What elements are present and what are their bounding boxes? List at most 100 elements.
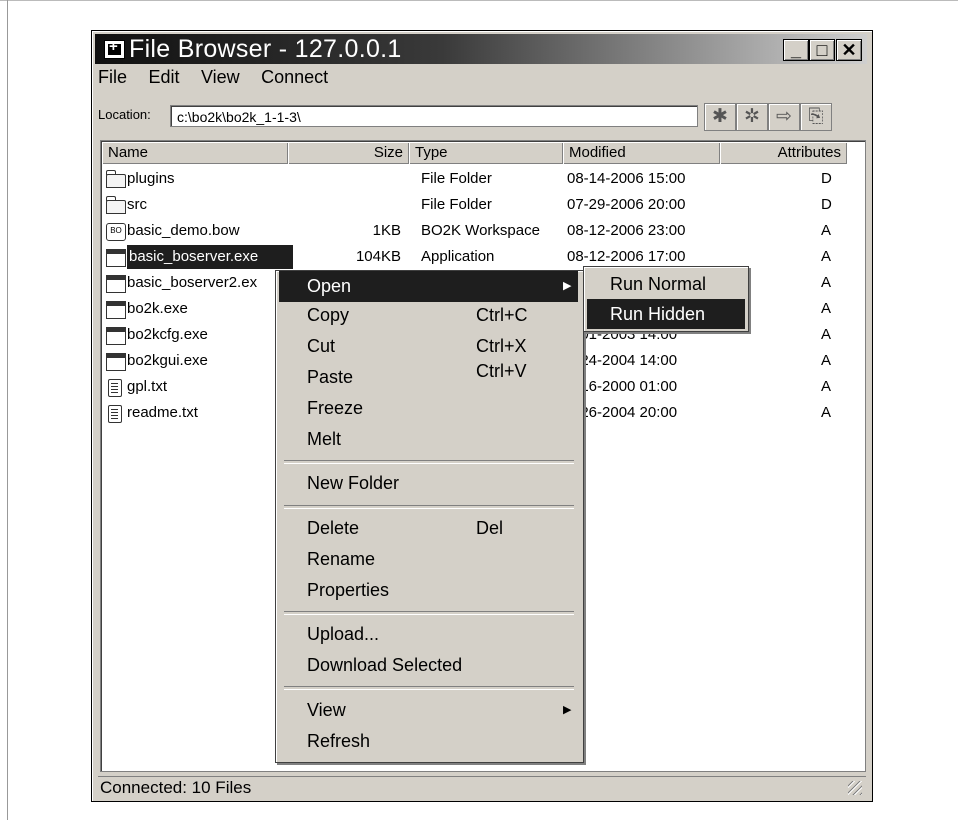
menu-separator <box>284 505 574 509</box>
menu-item-label: Freeze <box>307 398 364 418</box>
column-header-type[interactable]: Type <box>409 142 563 164</box>
menu-edit[interactable]: Edit <box>148 67 179 88</box>
app-icon <box>104 38 125 59</box>
menu-item-label: Melt <box>307 429 342 449</box>
menu-item-new-folder[interactable]: New Folder <box>279 468 578 499</box>
menu-item-download-selected[interactable]: Download Selected <box>279 650 578 681</box>
file-attributes: A <box>821 248 832 265</box>
file-type: BO2K Workspace <box>421 222 540 239</box>
folder-icon <box>106 196 126 214</box>
menu-item-copy[interactable]: Copy Ctrl+C <box>279 300 578 331</box>
file-name: basic_boserver2.ex <box>127 274 258 291</box>
file-name: readme.txt <box>127 404 198 421</box>
window-title: File Browser - 127.0.0.1 <box>129 35 402 63</box>
maximize-button[interactable]: □ <box>809 39 835 61</box>
exe-icon <box>106 249 126 267</box>
menu-file[interactable]: File <box>98 67 127 88</box>
file-attributes: A <box>821 352 832 369</box>
menu-separator <box>284 686 574 690</box>
menu-item-melt[interactable]: Melt <box>279 424 578 455</box>
context-menu: Open ▶ Copy Ctrl+C Cut Ctrl+X Paste Ctrl… <box>275 270 584 763</box>
open-submenu: Run Normal Run Hidden <box>583 266 749 332</box>
menu-item-paste[interactable]: Paste Ctrl+V <box>279 361 578 393</box>
menu-item-shortcut: Del <box>476 518 504 538</box>
file-name: basic_boserver.exe <box>129 248 259 265</box>
file-attributes: D <box>821 196 832 213</box>
arrow-right-icon[interactable]: ⇨ <box>768 103 800 131</box>
menu-view[interactable]: View <box>201 67 240 88</box>
resize-grip-icon[interactable] <box>848 781 862 795</box>
file-row[interactable]: BO basic_demo.bow 1KB BO2K Workspace 08-… <box>101 218 865 244</box>
text-file-icon <box>108 379 122 397</box>
folder-icon <box>106 170 126 188</box>
menu-item-shortcut: Ctrl+C <box>476 305 528 325</box>
page-border-top <box>0 0 958 1</box>
menu-separator <box>284 460 574 464</box>
menu-item-label: Copy <box>307 305 350 325</box>
location-input[interactable]: c:\bo2k\bo2k_1-1-3\ <box>170 105 698 127</box>
file-type: File Folder <box>421 196 492 213</box>
menu-item-label: New Folder <box>307 473 400 493</box>
submenu-arrow-icon: ▶ <box>563 704 572 716</box>
menu-item-delete[interactable]: Delete Del <box>279 513 578 544</box>
file-name: bo2kgui.exe <box>127 352 208 369</box>
page-border-left <box>7 0 8 820</box>
file-attributes: A <box>821 404 832 421</box>
column-header-attributes[interactable]: Attributes <box>720 142 847 164</box>
menu-item-upload[interactable]: Upload... <box>279 619 578 650</box>
folder-up-icon[interactable]: ⎘ <box>800 103 832 131</box>
menu-item-view[interactable]: View ▶ <box>279 695 578 726</box>
menu-item-label: Delete <box>307 518 360 538</box>
selection-highlight: basic_boserver.exe <box>127 245 293 269</box>
menu-item-run-normal[interactable]: Run Normal <box>587 269 745 299</box>
menu-item-rename[interactable]: Rename <box>279 544 578 575</box>
column-header-name[interactable]: Name <box>102 142 288 164</box>
file-row[interactable]: src File Folder 07-29-2006 20:00 D <box>101 192 865 218</box>
file-attributes: A <box>821 326 832 343</box>
location-label: Location: <box>98 107 151 122</box>
menu-item-shortcut: Ctrl+V <box>476 361 527 381</box>
column-header-size[interactable]: Size <box>288 142 409 164</box>
workspace-icon: BO <box>106 223 126 241</box>
file-modified: 07-29-2006 20:00 <box>567 196 686 213</box>
exe-icon <box>106 275 126 293</box>
menu-item-open[interactable]: Open ▶ <box>279 271 578 302</box>
exe-icon <box>106 353 126 371</box>
menu-item-properties[interactable]: Properties <box>279 575 578 606</box>
file-size: 1KB <box>372 222 401 239</box>
menu-item-run-hidden[interactable]: Run Hidden <box>587 299 745 329</box>
menu-item-cut[interactable]: Cut Ctrl+X <box>279 331 578 362</box>
submenu-arrow-icon: ▶ <box>563 280 572 292</box>
file-attributes: A <box>821 222 832 239</box>
menu-item-label: Download Selected <box>307 655 463 675</box>
file-row-selected[interactable]: basic_boserver.exe 104KB Application 08-… <box>101 244 865 270</box>
asterisk-icon[interactable]: ✲ <box>736 103 768 131</box>
menu-item-freeze[interactable]: Freeze <box>279 393 578 424</box>
menu-item-label: Run Normal <box>610 274 707 294</box>
file-name: src <box>127 196 147 213</box>
close-button[interactable]: ✕ <box>836 39 862 61</box>
file-attributes: D <box>821 170 832 187</box>
menu-item-label: Run Hidden <box>610 304 706 324</box>
file-name: plugins <box>127 170 175 187</box>
menu-item-refresh[interactable]: Refresh <box>279 726 578 757</box>
file-name: bo2k.exe <box>127 300 188 317</box>
menu-item-label: Paste <box>307 367 354 387</box>
file-attributes: A <box>821 274 832 291</box>
asterisk-icon[interactable]: ✱ <box>704 103 736 131</box>
status-bar: Connected: 10 Files <box>98 776 866 799</box>
menu-separator <box>284 611 574 615</box>
menu-item-label: View <box>307 700 346 720</box>
menu-item-label: Rename <box>307 549 376 569</box>
menu-item-label: Upload... <box>307 624 380 644</box>
menu-connect[interactable]: Connect <box>261 67 328 88</box>
file-row[interactable]: plugins File Folder 08-14-2006 15:00 D <box>101 166 865 192</box>
file-type: File Folder <box>421 170 492 187</box>
file-modified: 08-12-2006 23:00 <box>567 222 686 239</box>
column-header-modified[interactable]: Modified <box>563 142 720 164</box>
file-attributes: A <box>821 378 832 395</box>
status-text: Connected: 10 Files <box>100 778 252 797</box>
title-bar[interactable]: File Browser - 127.0.0.1 _ □ ✕ <box>95 34 867 64</box>
menu-item-label: Cut <box>307 336 336 356</box>
minimize-button[interactable]: _ <box>783 39 809 61</box>
